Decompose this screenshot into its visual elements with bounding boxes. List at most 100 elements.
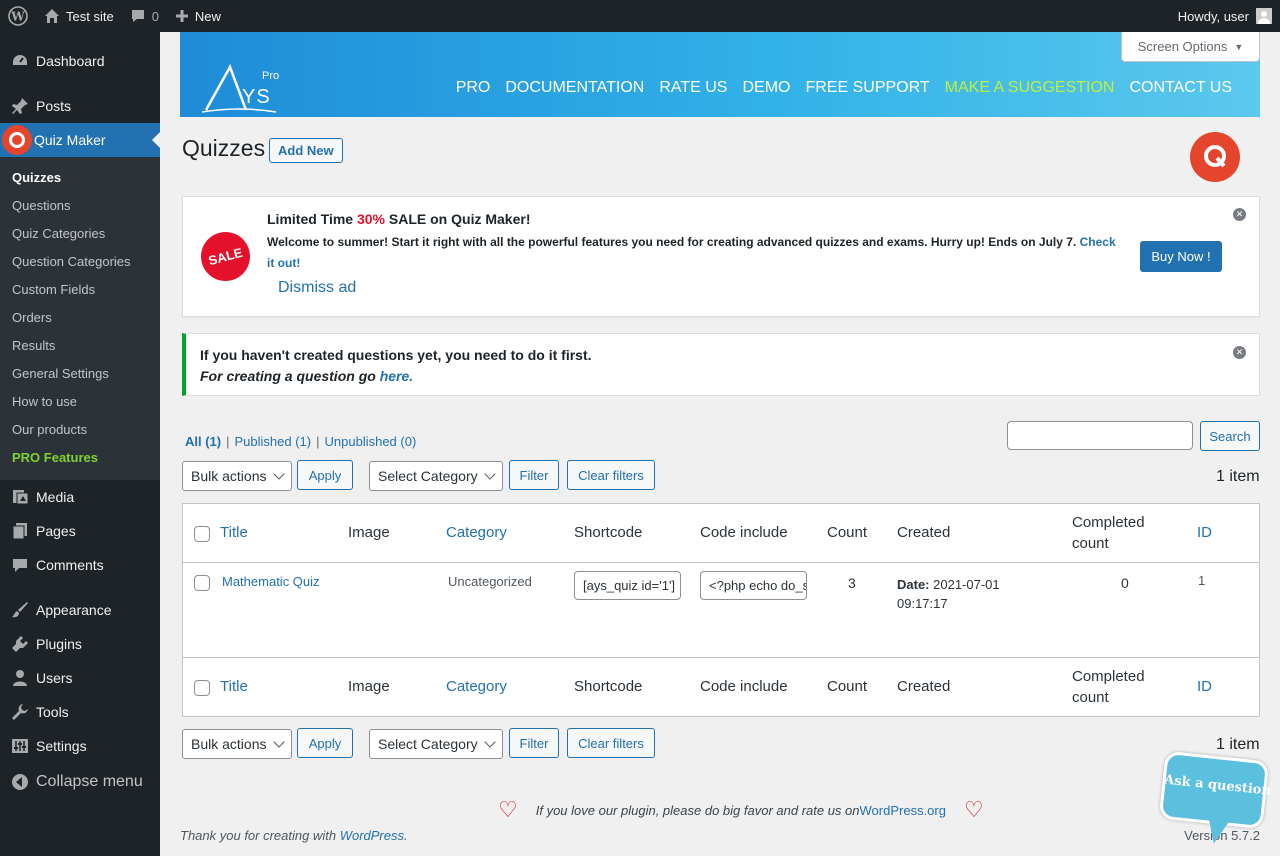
banner-nav-free-support[interactable]: FREE SUPPORT bbox=[805, 79, 929, 97]
questions-notice: If you haven't created questions yet, yo… bbox=[182, 333, 1260, 396]
menu-posts[interactable]: Posts bbox=[0, 89, 160, 123]
banner-nav-pro[interactable]: PRO bbox=[456, 79, 491, 97]
menu-settings[interactable]: Settings bbox=[0, 729, 160, 763]
paintbrush-icon bbox=[10, 600, 30, 620]
create-question-link[interactable]: here. bbox=[380, 368, 413, 384]
category-select[interactable]: Select Category bbox=[369, 461, 503, 491]
menu-media[interactable]: Media bbox=[0, 480, 160, 514]
my-account[interactable]: Howdy, user bbox=[1178, 8, 1280, 24]
buy-now-button[interactable]: Buy Now ! bbox=[1140, 241, 1222, 272]
site-name-link[interactable]: Test site bbox=[36, 0, 122, 32]
column-title[interactable]: Title bbox=[220, 676, 248, 697]
column-id[interactable]: ID bbox=[1197, 676, 1212, 697]
menu-pages[interactable]: Pages bbox=[0, 514, 160, 548]
admin-bar: W Test site 0 New Howdy, user bbox=[0, 0, 1280, 32]
sale-text: Welcome to summer! Start it right with a… bbox=[267, 232, 1119, 274]
view-published-link[interactable]: Published (1) bbox=[235, 434, 312, 449]
menu-users[interactable]: Users bbox=[0, 661, 160, 695]
apply-button-bottom[interactable]: Apply bbox=[297, 728, 353, 758]
sale-title-pre: Limited Time bbox=[267, 211, 357, 227]
search-button[interactable]: Search bbox=[1200, 421, 1260, 451]
row-checkbox[interactable] bbox=[194, 575, 210, 591]
apply-button[interactable]: Apply bbox=[297, 460, 353, 490]
bulk-actions-select-bottom[interactable]: Bulk actions bbox=[182, 729, 292, 759]
banner-nav-make-suggestion[interactable]: MAKE A SUGGESTION bbox=[945, 79, 1115, 97]
clear-filters-button-bottom[interactable]: Clear filters bbox=[567, 728, 655, 758]
filter-button-bottom[interactable]: Filter bbox=[509, 728, 559, 758]
menu-comments[interactable]: Comments bbox=[0, 548, 160, 582]
thanks-period: . bbox=[404, 828, 408, 843]
created-time: 09:17:17 bbox=[897, 596, 948, 611]
plugin-banner: Pro YS PRO DOCUMENTATION RATE US DEMO FR… bbox=[180, 32, 1260, 117]
category-select-bottom[interactable]: Select Category bbox=[369, 729, 503, 759]
wordpress-link[interactable]: WordPress bbox=[340, 828, 404, 843]
sale-percent: 30% bbox=[356, 211, 386, 227]
view-unpublished-link[interactable]: Unpublished (0) bbox=[325, 434, 417, 449]
ask-a-question-widget[interactable]: Ask a question bbox=[1158, 750, 1272, 846]
wordpress-org-link[interactable]: WordPress.org bbox=[860, 803, 946, 818]
select-all-checkbox[interactable] bbox=[194, 680, 210, 696]
thanks-text: Thank you for creating with bbox=[180, 828, 340, 843]
menu-dashboard[interactable]: Dashboard bbox=[0, 44, 160, 78]
add-new-button[interactable]: Add New bbox=[269, 138, 343, 163]
submenu-orders[interactable]: Orders bbox=[0, 304, 160, 332]
column-completed-count: Completed count bbox=[1072, 514, 1145, 552]
search-input[interactable] bbox=[1007, 421, 1193, 450]
submenu-quiz-categories[interactable]: Quiz Categories bbox=[0, 220, 160, 248]
banner-nav-demo[interactable]: DEMO bbox=[742, 79, 790, 97]
submenu-general-settings[interactable]: General Settings bbox=[0, 360, 160, 388]
menu-plugins[interactable]: Plugins bbox=[0, 627, 160, 661]
quiz-created: Date: 2021-07-01 09:17:17 bbox=[897, 575, 1000, 613]
howdy-text: Howdy, user bbox=[1177, 8, 1249, 24]
main-content: Pro YS PRO DOCUMENTATION RATE US DEMO FR… bbox=[160, 32, 1280, 856]
banner-nav-rate-us[interactable]: RATE US bbox=[659, 79, 727, 97]
wordpress-logo-button[interactable]: W bbox=[0, 0, 36, 32]
close-icon[interactable]: ✕ bbox=[1233, 208, 1246, 221]
column-id[interactable]: ID bbox=[1197, 522, 1212, 543]
submenu-questions[interactable]: Questions bbox=[0, 192, 160, 220]
select-all-checkbox[interactable] bbox=[194, 526, 210, 542]
submenu-quizzes[interactable]: Quizzes bbox=[0, 164, 160, 192]
shortcode-field[interactable] bbox=[574, 571, 681, 600]
column-category[interactable]: Category bbox=[446, 676, 507, 697]
submenu-pro-features[interactable]: PRO Features bbox=[0, 444, 160, 472]
menu-users-label: Users bbox=[36, 670, 73, 686]
submenu-how-to-use[interactable]: How to use bbox=[0, 388, 160, 416]
submenu-our-products[interactable]: Our products bbox=[0, 416, 160, 444]
menu-appearance[interactable]: Appearance bbox=[0, 593, 160, 627]
comments-link[interactable]: 0 bbox=[122, 0, 167, 32]
clear-filters-button[interactable]: Clear filters bbox=[567, 460, 655, 490]
sale-badge: SALE bbox=[195, 226, 256, 287]
new-content-link[interactable]: New bbox=[167, 0, 229, 32]
submenu-custom-fields[interactable]: Custom Fields bbox=[0, 276, 160, 304]
column-shortcode: Shortcode bbox=[574, 524, 643, 541]
menu-tools[interactable]: Tools bbox=[0, 695, 160, 729]
close-icon[interactable]: ✕ bbox=[1233, 346, 1246, 359]
column-count: Count bbox=[827, 678, 868, 695]
column-category[interactable]: Category bbox=[446, 522, 507, 543]
menu-quiz-maker[interactable]: Quiz Maker bbox=[0, 123, 160, 157]
menu-dashboard-label: Dashboard bbox=[36, 53, 105, 69]
item-count-bottom: 1 item bbox=[1216, 736, 1260, 753]
dismiss-ad-link[interactable]: Dismiss ad bbox=[278, 279, 356, 297]
submenu-question-categories[interactable]: Question Categories bbox=[0, 248, 160, 276]
menu-settings-label: Settings bbox=[36, 738, 87, 754]
bulk-actions-select[interactable]: Bulk actions bbox=[182, 461, 292, 491]
quiz-title-link[interactable]: Mathematic Quiz bbox=[222, 574, 320, 589]
filter-button[interactable]: Filter bbox=[509, 460, 559, 490]
code-include-field[interactable] bbox=[700, 571, 807, 600]
view-all-link[interactable]: All (1) bbox=[185, 434, 221, 449]
screen-options-button[interactable]: Screen Options ▼ bbox=[1121, 32, 1260, 62]
banner-nav-contact-us[interactable]: CONTACT US bbox=[1129, 79, 1232, 97]
quiz-maker-logo-icon bbox=[1190, 132, 1240, 182]
column-title[interactable]: Title bbox=[220, 522, 248, 543]
created-date: 2021-07-01 bbox=[933, 577, 1000, 592]
user-icon bbox=[10, 668, 30, 688]
collapse-menu-button[interactable]: Collapse menu bbox=[0, 765, 160, 799]
banner-nav-documentation[interactable]: DOCUMENTATION bbox=[505, 79, 644, 97]
footer-thanks: Thank you for creating with WordPress. bbox=[180, 828, 408, 843]
quiz-count: 3 bbox=[848, 575, 856, 591]
created-label: Date: bbox=[897, 577, 930, 592]
collapse-menu-label: Collapse menu bbox=[36, 773, 143, 790]
submenu-results[interactable]: Results bbox=[0, 332, 160, 360]
